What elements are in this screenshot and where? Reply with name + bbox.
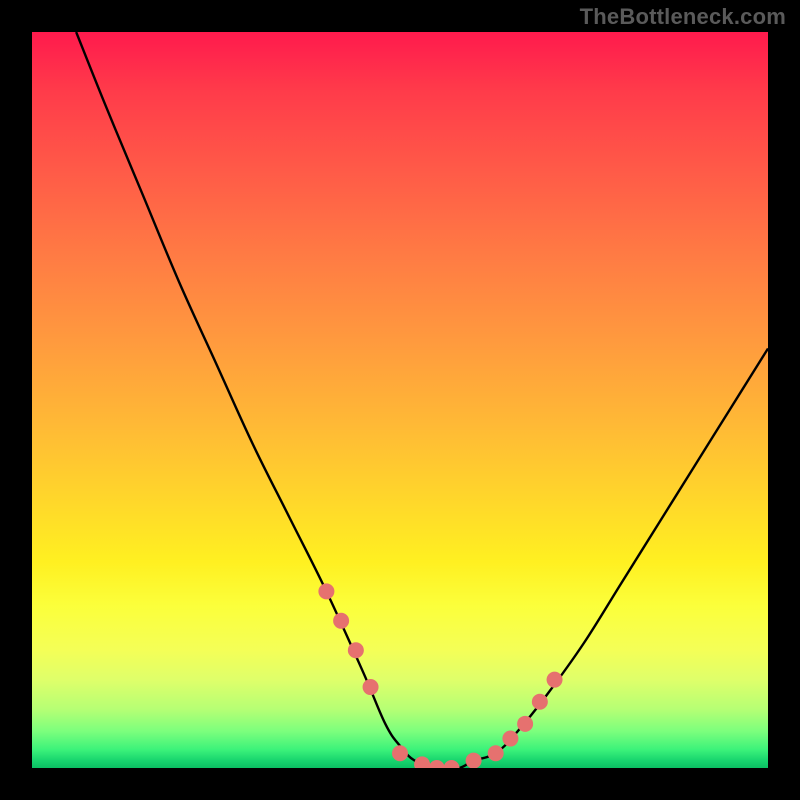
- bottleneck-curve: [76, 32, 768, 768]
- chart-frame: TheBottleneck.com: [0, 0, 800, 800]
- plot-area: [32, 32, 768, 768]
- watermark-text: TheBottleneck.com: [580, 4, 786, 30]
- highlight-dot: [517, 716, 533, 732]
- highlight-dot: [532, 694, 548, 710]
- highlight-dot: [502, 731, 518, 747]
- highlight-dot: [547, 672, 563, 688]
- highlight-dots: [318, 583, 562, 768]
- highlight-dot: [466, 753, 482, 768]
- highlight-dot: [348, 642, 364, 658]
- highlight-dot: [429, 760, 445, 768]
- highlight-dot: [488, 745, 504, 761]
- highlight-dot: [414, 756, 430, 768]
- curve-layer: [32, 32, 768, 768]
- highlight-dot: [318, 583, 334, 599]
- highlight-dot: [444, 760, 460, 768]
- highlight-dot: [333, 613, 349, 629]
- highlight-dot: [363, 679, 379, 695]
- highlight-dot: [392, 745, 408, 761]
